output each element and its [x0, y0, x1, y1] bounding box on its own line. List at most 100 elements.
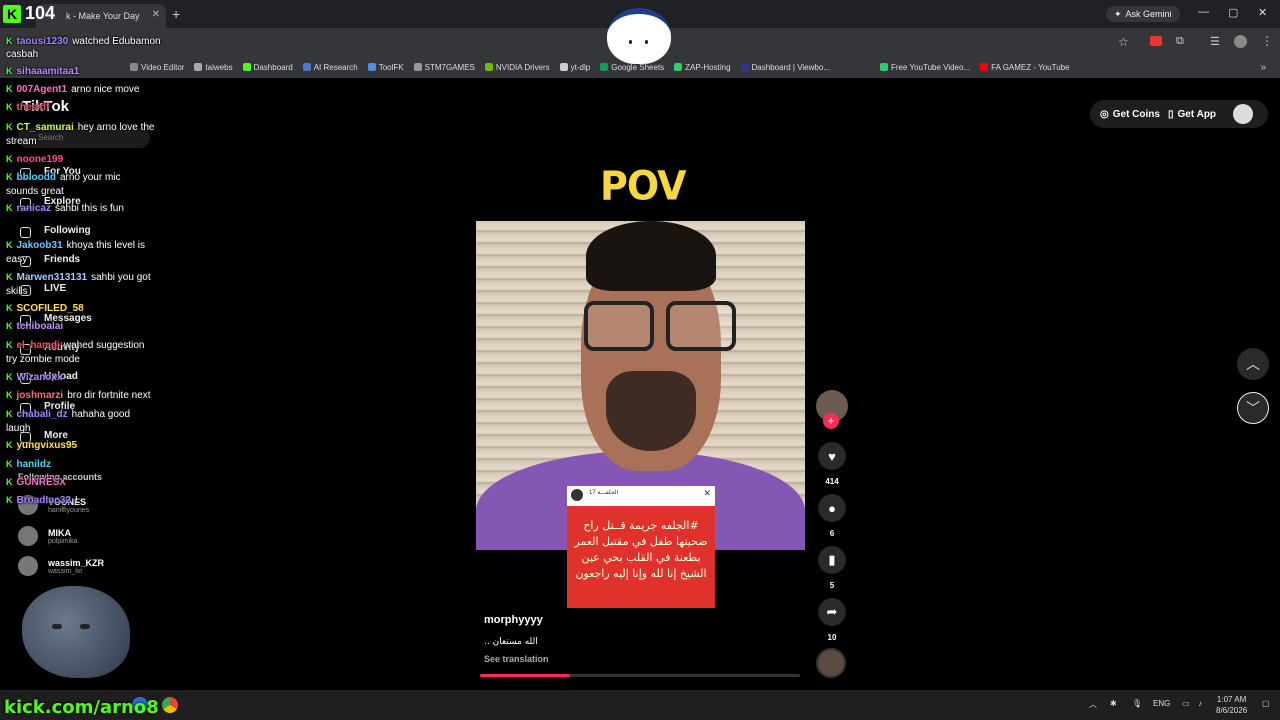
bluetooth-icon[interactable]: ✱: [1110, 699, 1117, 708]
bookmark-label: AI Research: [313, 62, 358, 72]
chat-username[interactable]: taousi1230: [17, 36, 69, 47]
browser-tab[interactable]: k - Make Your Day ✕: [36, 4, 166, 28]
tab-search-icon[interactable]: ☰: [1210, 35, 1220, 48]
bookmark-label: Dashboard: [253, 62, 293, 72]
chat-username[interactable]: chabali_dz: [17, 409, 68, 420]
kick-badge-icon: K: [6, 122, 13, 132]
chat-username[interactable]: GUNRESX: [17, 477, 66, 488]
share-icon: ➦: [826, 604, 838, 619]
puzzle-icon[interactable]: ⧉: [1176, 35, 1184, 48]
chat-username[interactable]: tchiboalai: [17, 321, 64, 332]
follow-button[interactable]: +: [823, 413, 839, 429]
star-icon[interactable]: ☆: [1118, 35, 1129, 49]
chat-text: hey arno love the: [77, 122, 155, 133]
profile-icon[interactable]: [1234, 35, 1247, 48]
mic-icon[interactable]: 🎙: [1132, 699, 1142, 708]
chat-username[interactable]: thesidf: [17, 102, 50, 113]
clock-time: 1:07 AM: [1216, 695, 1247, 704]
maximize-button[interactable]: ▢: [1228, 6, 1238, 19]
next-video-button[interactable]: ﹀: [1237, 392, 1269, 424]
user-avatar[interactable]: [1233, 104, 1253, 124]
notifications-icon[interactable]: ▢: [1262, 699, 1270, 708]
kick-badge-icon: K: [6, 459, 13, 469]
bookmark[interactable]: FA GAMEZ - YouTube: [980, 63, 1070, 72]
chat-message: Kel_hamdi wahed suggestion: [6, 339, 186, 352]
bookmark[interactable]: Dashboard: [242, 62, 293, 72]
extension-icon[interactable]: [1150, 36, 1162, 46]
share-button[interactable]: ➦: [818, 598, 846, 626]
bookmark[interactable]: yt-dlp: [559, 63, 590, 72]
chat-username[interactable]: Jakoob31: [17, 240, 63, 251]
chat-message: Kthesidf: [6, 101, 186, 114]
chat-username[interactable]: hanildz: [17, 459, 51, 470]
get-app-button[interactable]: ▯ Get App: [1168, 104, 1216, 124]
chat-username[interactable]: joshmarzi: [17, 390, 64, 401]
chat-text: laugh: [6, 423, 31, 434]
comment-count: 6: [829, 529, 835, 538]
bookmark[interactable]: ToolFK: [367, 63, 404, 72]
chat-username[interactable]: sihaaamitaa1: [17, 66, 80, 77]
bookmark[interactable]: STM7GAMES: [413, 63, 475, 72]
ask-gemini-button[interactable]: ✦ Ask Gemini: [1106, 6, 1180, 22]
chat-username[interactable]: CT_samurai: [17, 122, 74, 133]
chat-username[interactable]: el_hamdi: [17, 340, 60, 351]
like-button[interactable]: ♥: [818, 442, 846, 470]
chat-message: easy: [6, 253, 186, 266]
save-button[interactable]: ▮: [818, 546, 846, 574]
see-translation-link[interactable]: See translation: [484, 654, 549, 664]
bookmark[interactable]: Dashboard | Viewbo...: [740, 63, 830, 72]
minimize-button[interactable]: —: [1198, 6, 1209, 18]
network-icon[interactable]: ▭: [1182, 699, 1190, 708]
chat-message: K SCOFILED_58: [6, 302, 186, 315]
video-author[interactable]: morphyyyy: [484, 614, 543, 626]
chat-username[interactable]: bbloodd: [17, 172, 56, 183]
video-progress-bar[interactable]: [480, 674, 800, 677]
language-indicator[interactable]: ENG: [1153, 699, 1170, 708]
kick-badge-icon: K: [6, 440, 13, 450]
comment-button[interactable]: ●: [818, 494, 846, 522]
bookmarks-overflow-icon[interactable]: »: [1260, 62, 1266, 73]
chat-username[interactable]: Marwen313131: [17, 272, 88, 283]
streamer-avatar-overlay: [607, 8, 671, 64]
bookmark[interactable]: taiwebs: [194, 62, 233, 72]
system-clock[interactable]: 1:07 AM 8/6/2026: [1216, 694, 1247, 716]
menu-icon[interactable]: ⋮: [1261, 34, 1273, 48]
bookmark[interactable]: ZAP-Hosting: [674, 63, 731, 72]
kick-viewer-badge: K 104: [3, 3, 55, 24]
tray-overflow-icon[interactable]: ︿: [1089, 699, 1097, 710]
chat-username[interactable]: noone199: [17, 154, 64, 165]
new-tab-button[interactable]: +: [172, 6, 180, 22]
chat-text: arno nice move: [71, 84, 140, 95]
sound-avatar[interactable]: [816, 648, 846, 678]
bookmark-icon: [242, 63, 251, 71]
previous-video-button[interactable]: ︿: [1237, 348, 1269, 380]
kick-badge-icon: K: [6, 303, 13, 313]
chat-username[interactable]: BroadInc32: [17, 495, 71, 506]
kick-badge-icon: K: [6, 66, 13, 76]
chat-username[interactable]: Wizanoxx: [17, 372, 63, 383]
following-account[interactable]: MIKA pulpimika: [18, 526, 78, 546]
bookmark[interactable]: NVIDIA Drivers: [484, 63, 550, 72]
chat-username[interactable]: yungvixus95: [17, 440, 78, 451]
get-coins-button[interactable]: ◎ Get Coins: [1100, 104, 1160, 124]
close-window-button[interactable]: ✕: [1258, 6, 1267, 19]
bookmark[interactable]: AI Research: [302, 62, 358, 72]
bookmark-label: Free YouTube Video...: [890, 62, 971, 72]
bookmark-icon: [559, 63, 568, 71]
chat-message: K GUNRESX: [6, 476, 186, 489]
bookmark-label: taiwebs: [205, 62, 233, 72]
kick-badge-icon: K: [6, 477, 13, 487]
chat-text: sounds great: [6, 186, 64, 197]
following-account[interactable]: wassim_KZR wassim_lxr: [18, 556, 104, 576]
tab-close-button[interactable]: ✕: [152, 9, 160, 20]
chat-username[interactable]: ranicaz: [17, 203, 51, 214]
volume-icon[interactable]: ♪: [1198, 699, 1202, 708]
kick-badge-icon: K: [6, 321, 13, 331]
kick-url-overlay: kick.com/arno8: [4, 697, 159, 718]
chat-username[interactable]: 007Agent1: [17, 84, 68, 95]
bookmark[interactable]: Free YouTube Video...: [879, 62, 971, 72]
clock-date: 8/6/2026: [1216, 706, 1248, 715]
chrome-icon[interactable]: [162, 697, 178, 713]
chat-message: Ktchiboalai: [6, 320, 186, 333]
chat-username[interactable]: SCOFILED_58: [17, 303, 84, 314]
